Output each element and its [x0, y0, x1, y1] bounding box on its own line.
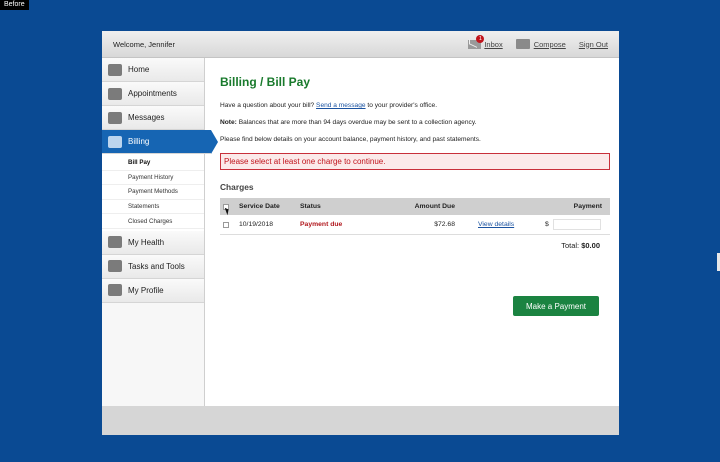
submenu-statements[interactable]: Statements [102, 200, 204, 215]
sign-out-link[interactable]: Sign Out [579, 40, 608, 49]
submenu-bill-pay[interactable]: Bill Pay [102, 156, 204, 171]
inbox-badge: 1 [476, 34, 485, 43]
view-details-link[interactable]: View details [478, 221, 514, 228]
sidebar-item-label: Home [128, 65, 150, 74]
sidebar-item-label: Messages [128, 113, 165, 122]
page-title: Billing / Bill Pay [220, 75, 311, 89]
inbox-label: Inbox [484, 39, 503, 49]
header-amount-due: Amount Due [414, 203, 455, 210]
sidebar-item-label: My Profile [128, 285, 164, 295]
top-bar: Welcome, Jennifer 1 Inbox Compose Sign O… [102, 31, 619, 58]
home-icon [108, 63, 122, 76]
note-label: Note: [220, 119, 237, 126]
billing-submenu: Bill Pay Payment History Payment Methods… [102, 154, 204, 231]
total-line: Total: $0.00 [220, 241, 610, 250]
sidebar-item-label: Billing [128, 137, 150, 146]
question-suffix: to your provider's office. [365, 102, 438, 109]
charges-table-header: Service Date Status Amount Due Payment [220, 198, 610, 216]
note-body: Balances that are more than 94 days over… [236, 119, 477, 126]
row-amount-due: $72.68 [434, 221, 455, 228]
note-text: Note: Balances that are more than 94 day… [220, 119, 610, 127]
profile-icon [108, 284, 122, 297]
compose-link[interactable]: Compose [515, 39, 566, 49]
main-content: Billing / Bill Pay Have a question about… [220, 75, 610, 316]
row-currency: $ [545, 221, 549, 228]
messages-icon [108, 111, 122, 124]
sidebar-item-label: Tasks and Tools [128, 261, 185, 271]
before-label: Before [0, 0, 29, 10]
error-alert: Please select at least one charge to con… [220, 153, 610, 170]
charges-heading: Charges [220, 182, 254, 192]
sidebar-item-messages[interactable]: Messages [102, 106, 204, 130]
send-message-link[interactable]: Send a message [316, 102, 366, 109]
app-window: Welcome, Jennifer 1 Inbox Compose Sign O… [102, 31, 619, 435]
welcome-text: Welcome, Jennifer [113, 39, 175, 49]
envelope-icon: 1 [468, 34, 485, 49]
row-service-date: 10/19/2018 [239, 221, 274, 228]
sidebar-item-appointments[interactable]: Appointments [102, 82, 204, 106]
total-label: Total: [561, 241, 582, 250]
submenu-closed-charges[interactable]: Closed Charges [102, 214, 204, 229]
compose-label: Compose [533, 39, 566, 49]
question-prefix: Have a question about your bill? [220, 102, 317, 109]
submenu-payment-history[interactable]: Payment History [102, 171, 204, 186]
table-row: 10/19/2018 Payment due $72.68 View detai… [220, 215, 610, 235]
mouse-cursor-icon [224, 206, 231, 216]
header-payment: Payment [573, 203, 602, 210]
calendar-icon [108, 87, 122, 100]
header-status: Status [300, 203, 321, 210]
sidebar-item-home[interactable]: Home [102, 58, 204, 82]
footer-bar [102, 406, 619, 435]
question-text: Have a question about your bill? Send a … [220, 102, 610, 110]
payment-amount-input[interactable] [553, 219, 601, 230]
make-payment-button[interactable]: Make a Payment [513, 296, 599, 316]
compose-icon [515, 39, 530, 49]
row-status: Payment due [300, 221, 343, 228]
tasks-icon [108, 260, 122, 273]
health-icon [108, 236, 122, 249]
details-text: Please find below details on your accoun… [220, 136, 481, 143]
sidebar: Home Appointments Messages Billing Bill … [102, 58, 218, 406]
sidebar-item-my-health[interactable]: My Health [102, 230, 204, 255]
sidebar-item-label: My Health [128, 237, 165, 247]
row-checkbox[interactable] [223, 221, 229, 228]
billing-icon [108, 135, 122, 148]
inbox-link[interactable]: 1 Inbox [468, 34, 503, 49]
total-value: $0.00 [581, 241, 600, 250]
sidebar-item-billing[interactable]: Billing [102, 130, 218, 154]
sidebar-item-tasks[interactable]: Tasks and Tools [102, 254, 204, 279]
header-service-date: Service Date [239, 203, 280, 210]
submenu-payment-methods[interactable]: Payment Methods [102, 185, 204, 200]
sidebar-item-profile[interactable]: My Profile [102, 278, 204, 303]
sidebar-item-label: Appointments [128, 89, 177, 98]
